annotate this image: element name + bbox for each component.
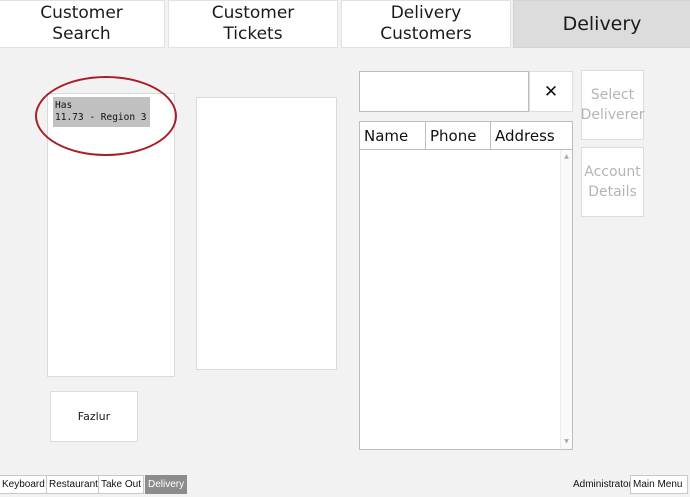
account-details-label: Account Details (584, 164, 641, 200)
tab-label: Delivery Customers (380, 3, 472, 44)
tab-delivery[interactable]: Delivery (513, 0, 690, 48)
take-out-button[interactable]: Take Out (98, 475, 145, 494)
ticket-amount-region: 11.73 - Region 3 (55, 112, 147, 123)
ticket-customer-name: Has (55, 100, 73, 111)
clear-search-button[interactable]: ✕ (529, 71, 573, 112)
current-user-label: Administrator (573, 479, 632, 490)
tab-label: Delivery (562, 12, 642, 35)
scroll-down-icon[interactable]: ▼ (561, 437, 572, 447)
tab-customer-tickets[interactable]: Customer Tickets (168, 0, 338, 48)
deliverer-name: Fazlur (77, 410, 111, 423)
ticket-item[interactable]: Has 11.73 - Region 3 (53, 97, 150, 127)
scroll-up-icon[interactable]: ▲ (561, 152, 572, 162)
tab-label: Customer Tickets (211, 3, 295, 44)
column-header-name[interactable]: Name (360, 122, 426, 149)
search-input[interactable] (359, 71, 529, 112)
grid-scrollbar[interactable]: ▲ ▼ (560, 150, 572, 449)
grid-header: Name Phone Address (360, 122, 572, 150)
tab-customer-search[interactable]: Customer Search (0, 0, 165, 48)
close-icon: ✕ (543, 81, 559, 102)
tab-label: Customer Search (40, 3, 123, 44)
main-menu-button[interactable]: Main Menu (630, 475, 688, 494)
customer-grid[interactable]: Name Phone Address ▲ ▼ (359, 121, 573, 450)
select-deliverer-button[interactable]: Select Deliverer (581, 70, 644, 140)
select-deliverer-label: Select Deliverer (580, 87, 645, 123)
column-header-address[interactable]: Address (491, 122, 572, 149)
ticket-list-panel (47, 93, 175, 377)
keyboard-button[interactable]: Keyboard (0, 475, 48, 494)
deliverer-button[interactable]: Fazlur (50, 391, 138, 442)
column-header-phone[interactable]: Phone (426, 122, 491, 149)
tab-delivery-customers[interactable]: Delivery Customers (341, 0, 511, 48)
delivery-button[interactable]: Delivery (145, 475, 188, 494)
restaurant-button[interactable]: Restaurant (46, 475, 101, 494)
account-details-button[interactable]: Account Details (581, 147, 644, 217)
ticket-detail-panel (196, 97, 337, 370)
